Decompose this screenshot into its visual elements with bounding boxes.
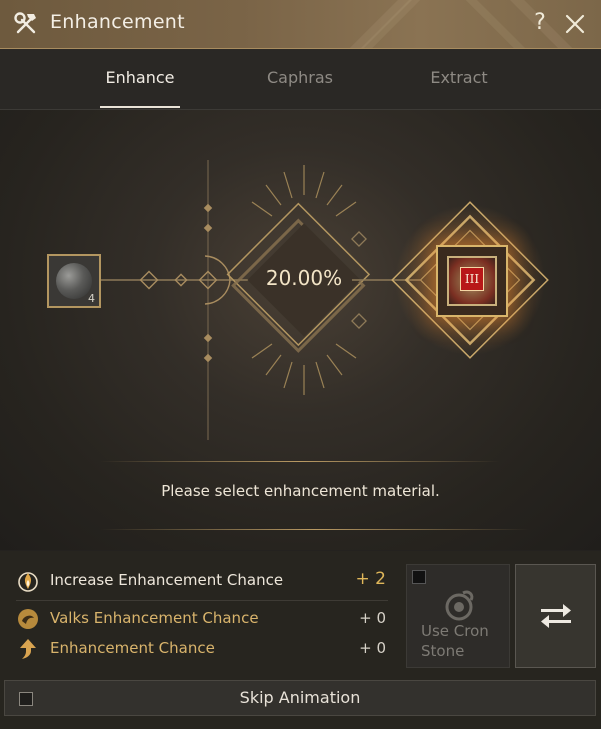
stat-row: Increase Enhancement Chance + 2 bbox=[16, 567, 396, 595]
use-cron-stone-button[interactable]: Use Cron Stone bbox=[406, 564, 510, 668]
stat-value: + 2 bbox=[355, 569, 386, 589]
tab-caphras[interactable]: Caphras bbox=[240, 68, 360, 87]
divider bbox=[16, 600, 388, 601]
window-title: Enhancement bbox=[50, 11, 185, 33]
hammer-wrench-icon bbox=[14, 12, 36, 34]
enhancement-stage: 4 20.00% III Please select enhancement m… bbox=[0, 110, 601, 550]
cron-stone-checkbox[interactable] bbox=[412, 570, 426, 584]
active-tab-indicator bbox=[100, 106, 180, 108]
stat-value: + 0 bbox=[359, 639, 386, 657]
swap-button[interactable] bbox=[515, 564, 596, 668]
stat-label: Enhancement Chance bbox=[50, 639, 215, 657]
valks-icon bbox=[18, 609, 38, 629]
divider bbox=[100, 461, 500, 462]
arrow-up-icon bbox=[20, 639, 36, 659]
material-count: 4 bbox=[88, 292, 95, 305]
stat-value: + 0 bbox=[359, 609, 386, 627]
title-bar[interactable]: Enhancement ? bbox=[0, 0, 601, 49]
enhancement-info-panel: Increase Enhancement Chance + 2 Valks En… bbox=[0, 551, 601, 729]
divider bbox=[100, 529, 530, 530]
enhancement-grade-badge: III bbox=[460, 267, 484, 291]
target-item-slot[interactable]: III bbox=[436, 245, 508, 317]
skip-animation-label: Skip Animation bbox=[239, 688, 361, 707]
skip-animation-toggle[interactable]: Skip Animation bbox=[4, 680, 596, 716]
tab-extract[interactable]: Extract bbox=[399, 68, 519, 87]
black-stone-icon bbox=[56, 263, 92, 299]
cron-stone-label: Use Cron Stone bbox=[421, 622, 489, 660]
stat-label: Valks Enhancement Chance bbox=[50, 609, 259, 627]
stat-label: Increase Enhancement Chance bbox=[50, 571, 284, 589]
failstack-icon bbox=[18, 572, 38, 592]
cron-stone-icon bbox=[445, 590, 474, 621]
close-icon[interactable] bbox=[563, 12, 587, 36]
stat-row: Valks Enhancement Chance + 0 bbox=[16, 605, 396, 633]
tab-bar: Enhance Caphras Extract bbox=[0, 49, 601, 110]
stat-row: Enhancement Chance + 0 bbox=[16, 635, 396, 663]
success-chance: 20.00% bbox=[265, 266, 343, 290]
help-button[interactable]: ? bbox=[528, 9, 552, 37]
enhancement-window: Enhancement ? Enhance Caphras Extract 4 … bbox=[0, 0, 601, 729]
instruction-text: Please select enhancement material. bbox=[161, 482, 440, 500]
tab-enhance[interactable]: Enhance bbox=[80, 68, 200, 87]
material-slot[interactable]: 4 bbox=[47, 254, 101, 308]
swap-arrows-icon bbox=[541, 604, 571, 628]
